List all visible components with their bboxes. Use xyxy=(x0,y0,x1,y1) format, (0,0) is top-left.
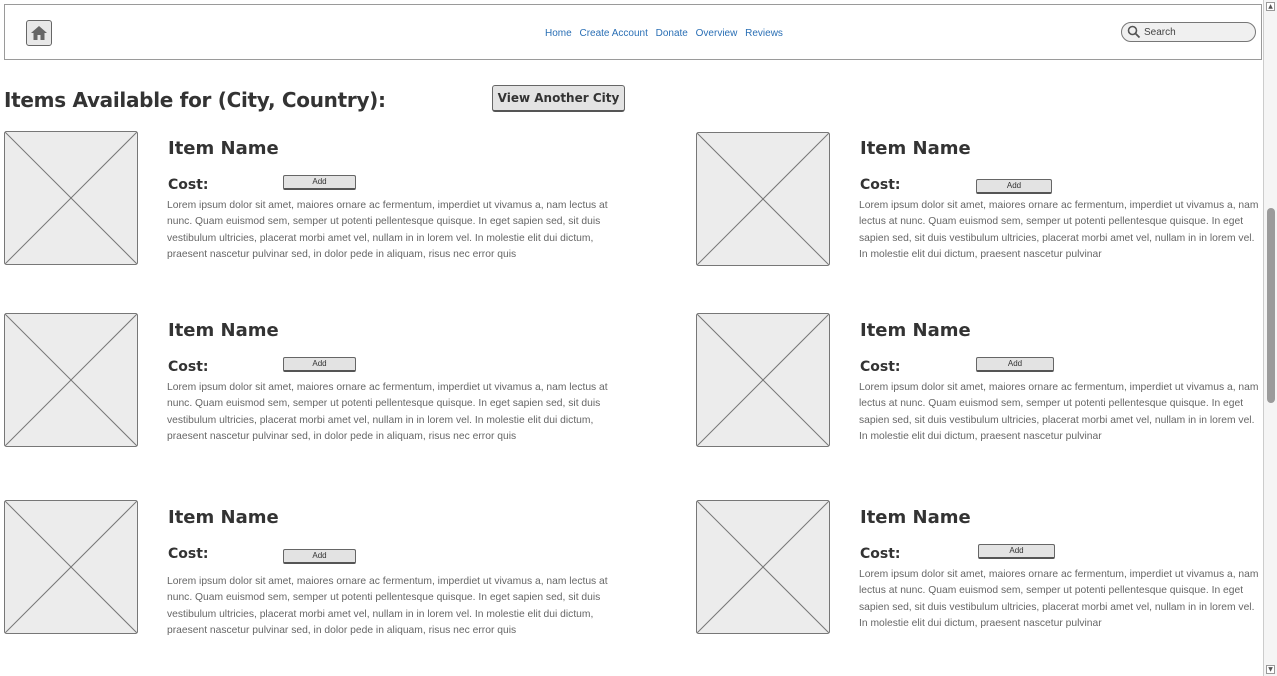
home-icon xyxy=(31,26,47,40)
image-placeholder xyxy=(4,131,138,265)
item-description: Lorem ipsum dolor sit amet, maiores orna… xyxy=(859,382,1259,442)
item-description: Lorem ipsum dolor sit amet, maiores orna… xyxy=(167,382,608,442)
home-button[interactable] xyxy=(26,20,52,46)
page-title: Items Available for (City, Country): xyxy=(4,88,386,112)
nav-link-reviews[interactable]: Reviews xyxy=(745,28,783,39)
image-placeholder xyxy=(4,313,138,447)
image-placeholder xyxy=(696,500,830,634)
item-card: Item Name Cost: Add Lorem ipsum dolor si… xyxy=(4,313,608,453)
nav-link-home[interactable]: Home xyxy=(545,28,572,39)
item-name: Item Name xyxy=(860,320,971,341)
add-button[interactable]: Add xyxy=(283,175,356,190)
search-input[interactable] xyxy=(1144,25,1244,39)
item-card: Item Name Cost: Add Lorem ipsum dolor si… xyxy=(696,500,1277,640)
cost-label: Cost: xyxy=(860,546,901,562)
image-placeholder xyxy=(696,132,830,266)
cost-label: Cost: xyxy=(168,177,209,193)
image-placeholder xyxy=(696,313,830,447)
item-name: Item Name xyxy=(168,507,279,528)
item-description: Lorem ipsum dolor sit amet, maiores orna… xyxy=(167,200,608,260)
add-button[interactable]: Add xyxy=(283,357,356,372)
add-button[interactable]: Add xyxy=(976,179,1052,194)
nav-link-donate[interactable]: Donate xyxy=(656,28,688,39)
item-card: Item Name Cost: Add Lorem ipsum dolor si… xyxy=(4,500,608,640)
item-name: Item Name xyxy=(168,138,279,159)
cost-label: Cost: xyxy=(860,177,901,193)
scroll-down-arrow[interactable]: ▼ xyxy=(1266,665,1275,674)
cost-label: Cost: xyxy=(168,359,209,375)
image-placeholder xyxy=(4,500,138,634)
add-button[interactable]: Add xyxy=(978,544,1055,559)
view-another-city-button[interactable]: View Another City xyxy=(492,85,625,112)
main-nav: Home Create Account Donate Overview Revi… xyxy=(545,28,788,39)
header-bar: Home Create Account Donate Overview Revi… xyxy=(4,4,1262,60)
item-description: Lorem ipsum dolor sit amet, maiores orna… xyxy=(167,576,608,636)
add-button[interactable]: Add xyxy=(976,357,1054,372)
cost-label: Cost: xyxy=(168,546,209,562)
search-icon xyxy=(1127,25,1141,39)
item-description: Lorem ipsum dolor sit amet, maiores orna… xyxy=(859,200,1259,260)
item-name: Item Name xyxy=(860,138,971,159)
search-box[interactable] xyxy=(1121,22,1256,42)
nav-link-overview[interactable]: Overview xyxy=(696,28,738,39)
cost-label: Cost: xyxy=(860,359,901,375)
item-card: Item Name Cost: Add Lorem ipsum dolor si… xyxy=(696,313,1277,453)
scroll-up-arrow[interactable]: ▲ xyxy=(1266,2,1275,11)
nav-link-create-account[interactable]: Create Account xyxy=(579,28,647,39)
item-name: Item Name xyxy=(860,507,971,528)
item-card: Item Name Cost: Add Lorem ipsum dolor si… xyxy=(4,131,608,271)
item-description: Lorem ipsum dolor sit amet, maiores orna… xyxy=(859,569,1259,629)
item-card: Item Name Cost: Add Lorem ipsum dolor si… xyxy=(696,132,1277,272)
add-button[interactable]: Add xyxy=(283,549,356,564)
item-name: Item Name xyxy=(168,320,279,341)
